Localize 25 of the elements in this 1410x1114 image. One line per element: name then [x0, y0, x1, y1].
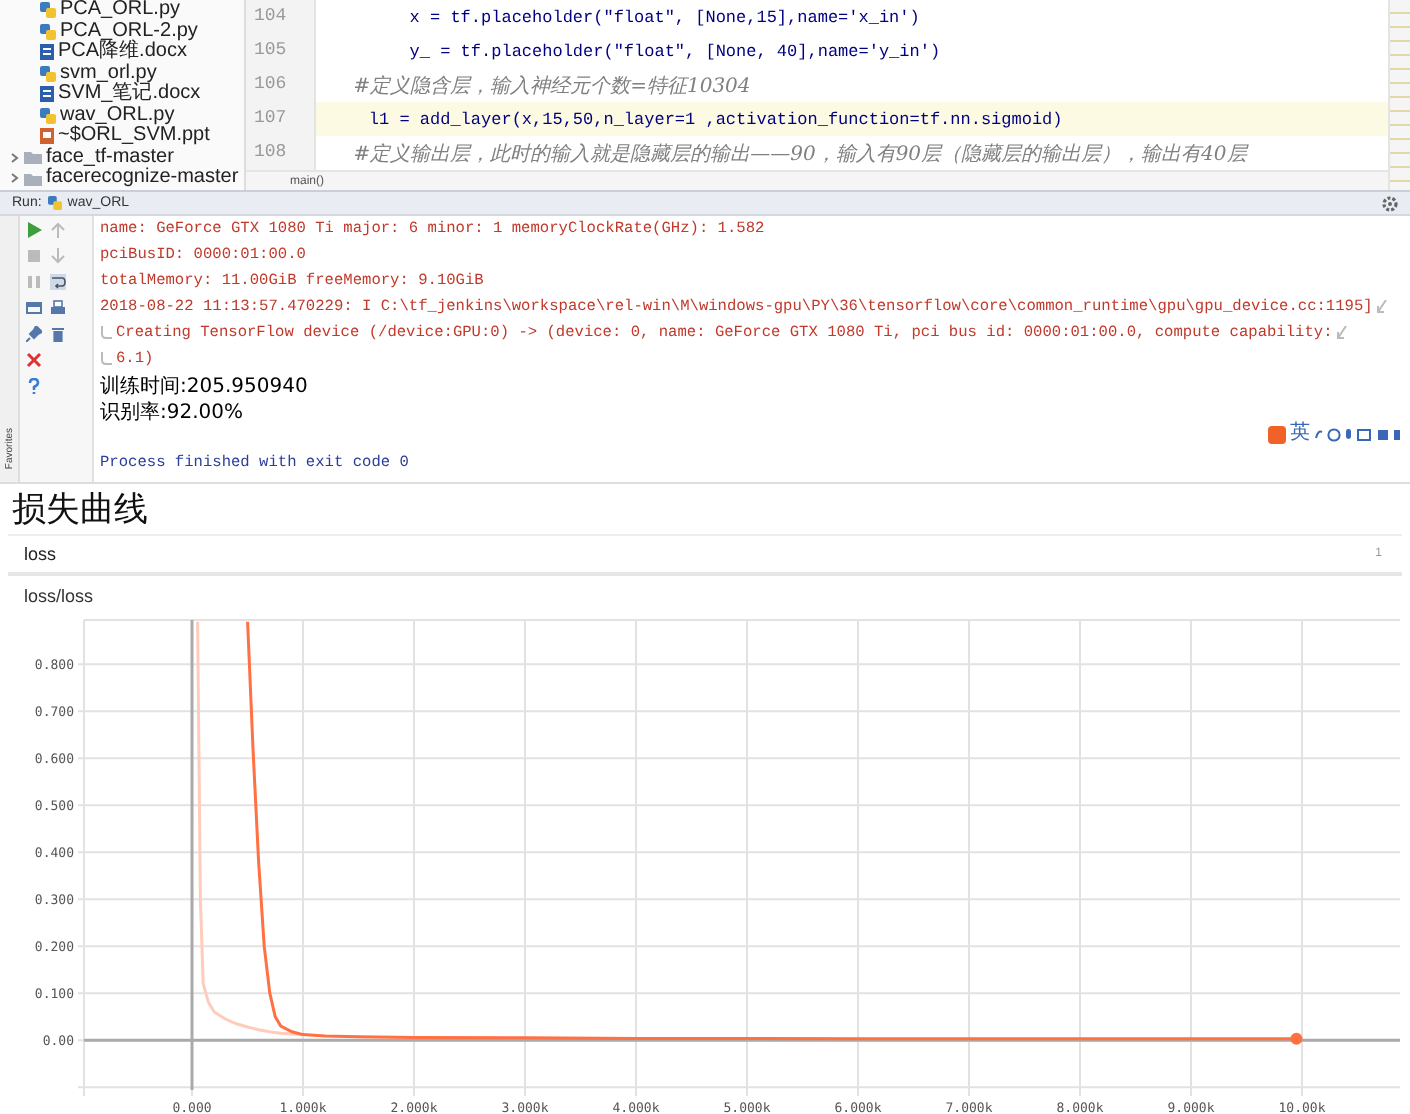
line-number: 106 [246, 68, 316, 102]
console-line: 识别率:92.00% [100, 399, 243, 425]
chart-title: loss/loss [22, 584, 96, 610]
code-line: l1 = add_layer(x,15,50,n_layer=1 ,activation_function=tf.nn.sigmoid) [366, 109, 1063, 129]
tree-item[interactable]: PCA_ORL-2.py [60, 21, 198, 42]
tree-item[interactable]: PCA降维.docx [58, 42, 187, 63]
line-number: 108 [246, 136, 316, 170]
code-line: y_ = tf.placeholder("float", [None, 40],name='y_in') [407, 41, 941, 61]
line-number: 104 [246, 0, 316, 34]
tree-item[interactable]: SVM_笔记.docx [58, 84, 201, 105]
code-line: #定义隐含层，输入神经元个数=特征10304 [351, 73, 751, 99]
console-line: 训练时间:205.950940 [100, 373, 308, 399]
tree-item[interactable]: facerecognize-master [46, 168, 239, 189]
line-number: 107 [246, 102, 316, 136]
ime-mode-toggle[interactable]: 英 [1290, 424, 1310, 444]
tree-item[interactable]: ~$ORL_SVM.ppt [58, 126, 210, 147]
tree-item[interactable]: svm_orl.py [60, 63, 157, 84]
tree-item[interactable]: PCA_ORL.py [60, 0, 181, 21]
section-heading: 损失曲线 [10, 488, 150, 534]
code-line: #定义输出层，此时的输入就是隐藏层的输出——90，输入有90层（隐藏层的输出层），输出有40层 [351, 141, 1247, 167]
code-line: x = tf.placeholder("float", [None,15],name='x_in') [407, 7, 920, 27]
tree-item[interactable]: wav_ORL.py [60, 105, 175, 126]
tree-item[interactable]: face_tf-master [46, 147, 174, 168]
card-title[interactable]: loss [24, 544, 57, 564]
line-number: 105 [246, 34, 316, 68]
